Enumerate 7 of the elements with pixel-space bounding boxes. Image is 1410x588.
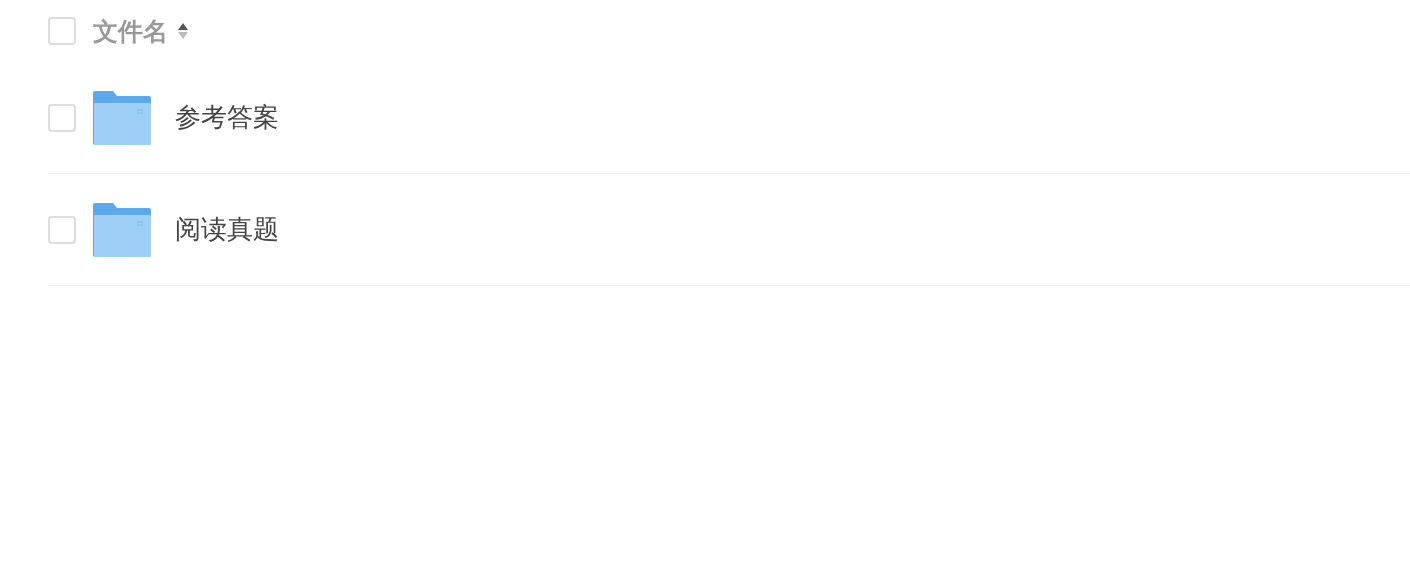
checkbox[interactable]: [48, 17, 76, 45]
folder-icon: [93, 90, 151, 145]
checkbox[interactable]: [48, 103, 76, 132]
checkbox[interactable]: [48, 215, 76, 244]
file-name[interactable]: 阅读真题: [175, 212, 279, 247]
folder-icon: [93, 202, 151, 257]
file-name[interactable]: 参考答案: [175, 100, 279, 135]
